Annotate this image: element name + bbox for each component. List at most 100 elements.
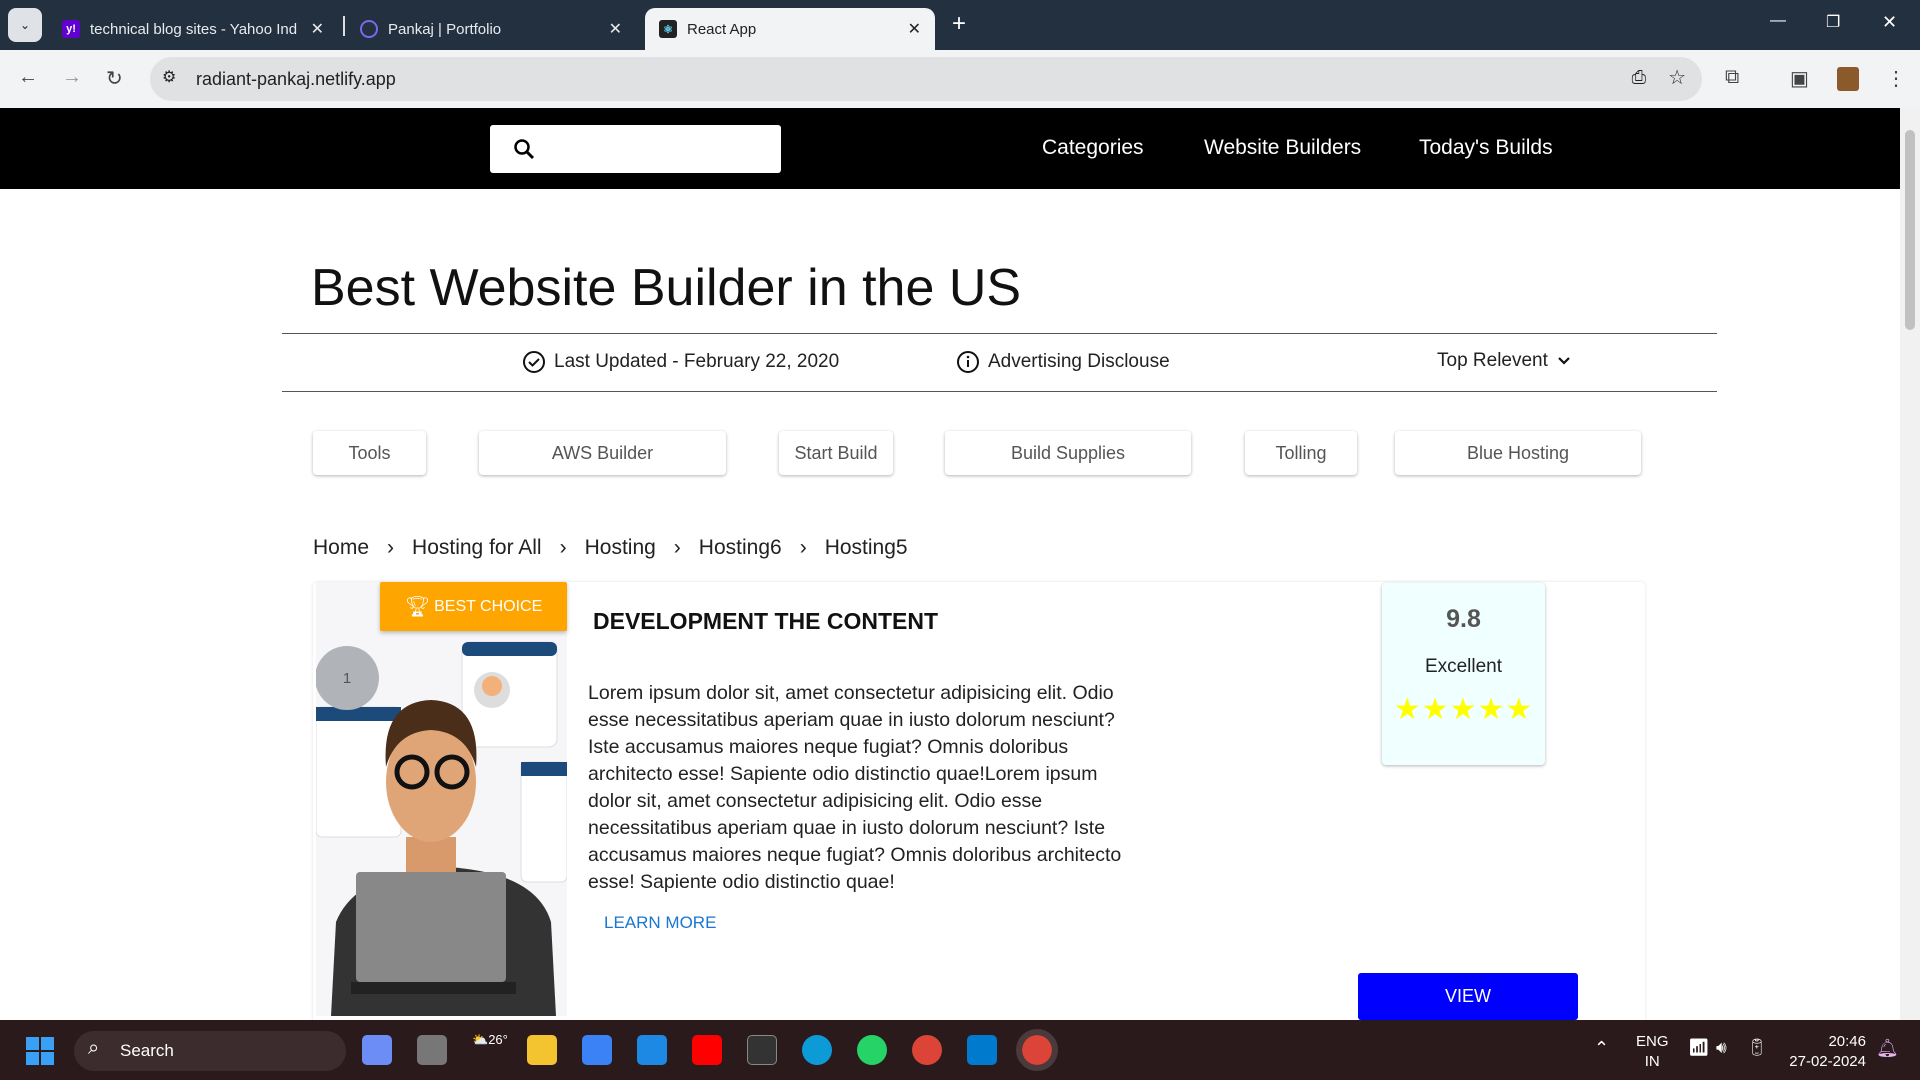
new-tab-button[interactable]: + [952,10,966,38]
tab-portfolio[interactable]: Pankaj | Portfolio ✕ [346,8,636,50]
nav-todays-builds[interactable]: Today's Builds [1419,136,1553,160]
chevron-right-icon: › [559,536,567,559]
windows-start-icon[interactable] [26,1037,54,1065]
advertising-disclosure[interactable]: Advertising Disclouse [956,350,1170,374]
react-icon: ⚛ [659,20,677,38]
breadcrumb-item[interactable]: Hosting6 [699,536,782,560]
extensions-icon[interactable]: ⧉ [1725,66,1739,89]
wifi-icon[interactable]: 📶︎ [1688,1038,1710,1058]
chrome-profile-icon[interactable] [1016,1029,1058,1071]
developer-illustration: 1 [316,582,567,1016]
tab-yahoo[interactable]: y! technical blog sites - Yahoo Ind ✕ [48,8,338,50]
notification-bell-icon[interactable]: 🔔︎ [1876,1038,1899,1059]
date: 27-02-2024 [1789,1053,1866,1070]
terminal-icon[interactable] [747,1035,777,1065]
check-circle-icon [523,351,545,373]
edge-icon[interactable] [802,1035,832,1065]
filter-build-supplies[interactable]: Build Supplies [945,431,1191,475]
tab-divider [343,16,345,36]
tab-title: React App [687,20,757,38]
reload-icon[interactable]: ↻ [106,66,123,91]
taskbar-search[interactable]: ⌕ Search [74,1031,346,1071]
close-tab-icon[interactable]: ✕ [908,19,921,39]
region-code: IN [1644,1053,1660,1070]
address-bar-row: ← → ↻ ⚙ radiant-pankaj.netlify.app ⎙ ☆ ⧉… [0,50,1920,108]
trophy-icon: 🏆︎ [404,596,431,618]
rating-box: 9.8 Excellent ★★★★★ [1382,583,1545,765]
forward-icon[interactable]: → [62,66,82,89]
side-panel-icon[interactable]: ▣ [1790,66,1809,91]
yahoo-icon: y! [62,20,80,38]
close-window-button[interactable]: ✕ [1882,12,1897,33]
browser-tab-bar: ⌄ y! technical blog sites - Yahoo Ind ✕ … [0,0,1920,50]
copilot-icon[interactable] [362,1035,392,1065]
mail-icon[interactable] [637,1035,667,1065]
filter-blue-hosting[interactable]: Blue Hosting [1395,431,1641,475]
bookmark-star-icon[interactable]: ☆ [1668,65,1686,90]
search-input[interactable] [490,125,781,173]
task-view-icon[interactable] [417,1035,447,1065]
minimize-button[interactable]: — [1770,12,1786,30]
breadcrumb: Home › Hosting for All › Hosting › Hosting6… [313,536,908,560]
page-scrollbar[interactable] [1900,108,1920,1020]
disclosure-text: Advertising Disclouse [988,351,1170,372]
sort-value: Top Relevent [1437,350,1548,371]
windows-taskbar: ⌕ Search ⛅26° ⌃ ENG IN 📶︎ 🔊︎ 🔋︎ 20:46 27-0… [0,1020,1920,1080]
site-settings-icon[interactable]: ⚙ [162,67,176,87]
star-rating: ★★★★★ [1382,692,1545,727]
card-description: Lorem ipsum dolor sit, amet consectetur … [588,682,1122,893]
filter-tools[interactable]: Tools [313,431,426,475]
divider [282,391,1717,392]
star-icon: ★ [1477,693,1506,726]
close-tab-icon[interactable]: ✕ [311,19,324,39]
menu-icon[interactable]: ⋮ [1886,66,1906,91]
view-button[interactable]: VIEW [1358,973,1578,1020]
chevron-up-icon[interactable]: ⌃ [1594,1038,1609,1059]
search-icon: ⌕ [88,1037,100,1059]
tab-react-app[interactable]: ⚛ React App ✕ [645,8,935,50]
vscode-icon[interactable] [967,1035,997,1065]
profile-avatar[interactable] [1837,67,1859,91]
breadcrumb-item[interactable]: Hosting for All [412,536,542,560]
portfolio-icon [360,20,378,38]
breadcrumb-item[interactable]: Hosting [585,536,656,560]
lang-code: ENG [1636,1033,1669,1050]
notepad-icon[interactable] [582,1035,612,1065]
filter-tolling[interactable]: Tolling [1245,431,1357,475]
scrollbar-thumb[interactable] [1905,130,1915,330]
learn-more-link[interactable]: LEARN MORE [604,913,716,933]
nav-website-builders[interactable]: Website Builders [1204,136,1361,160]
filter-aws-builder[interactable]: AWS Builder [479,431,726,475]
battery-icon[interactable]: 🔋︎ [1746,1038,1768,1058]
file-explorer-icon[interactable] [527,1035,557,1065]
last-updated: Last Updated - February 22, 2020 [522,350,839,374]
site-navbar: Categories Website Builders Today's Buil… [0,108,1900,189]
rating-label: Excellent [1424,656,1503,677]
chevron-right-icon: › [673,536,681,559]
time: 20:46 [1828,1033,1866,1050]
sort-dropdown[interactable]: Top Relevent [1437,350,1572,372]
breadcrumb-item[interactable]: Hosting5 [825,536,908,560]
chevron-right-icon: › [799,536,807,559]
close-tab-icon[interactable]: ✕ [609,19,622,39]
search-icon [514,139,535,160]
restore-button[interactable]: ❐ [1826,12,1840,32]
divider [282,333,1717,334]
install-app-icon[interactable]: ⎙ [1632,67,1646,88]
clock[interactable]: 20:46 27-02-2024 [1786,1032,1866,1072]
tab-title: technical blog sites - Yahoo Ind [90,20,298,38]
volume-icon[interactable]: 🔊︎ [1716,1038,1727,1058]
tab-search-button[interactable]: ⌄ [8,8,42,42]
chevron-right-icon: › [387,536,395,559]
youtube-icon[interactable] [692,1035,722,1065]
filter-start-build[interactable]: Start Build [779,431,893,475]
language-indicator[interactable]: ENG IN [1636,1032,1669,1072]
back-icon[interactable]: ← [18,66,38,89]
weather-widget[interactable]: ⛅26° [472,1032,508,1048]
chevron-down-icon [1558,357,1570,365]
url-input[interactable]: ⚙ radiant-pankaj.netlify.app ⎙ ☆ [150,57,1702,101]
nav-categories[interactable]: Categories [1042,136,1144,160]
whatsapp-icon[interactable] [857,1035,887,1065]
chrome-icon[interactable] [912,1035,942,1065]
breadcrumb-home[interactable]: Home [313,536,369,560]
